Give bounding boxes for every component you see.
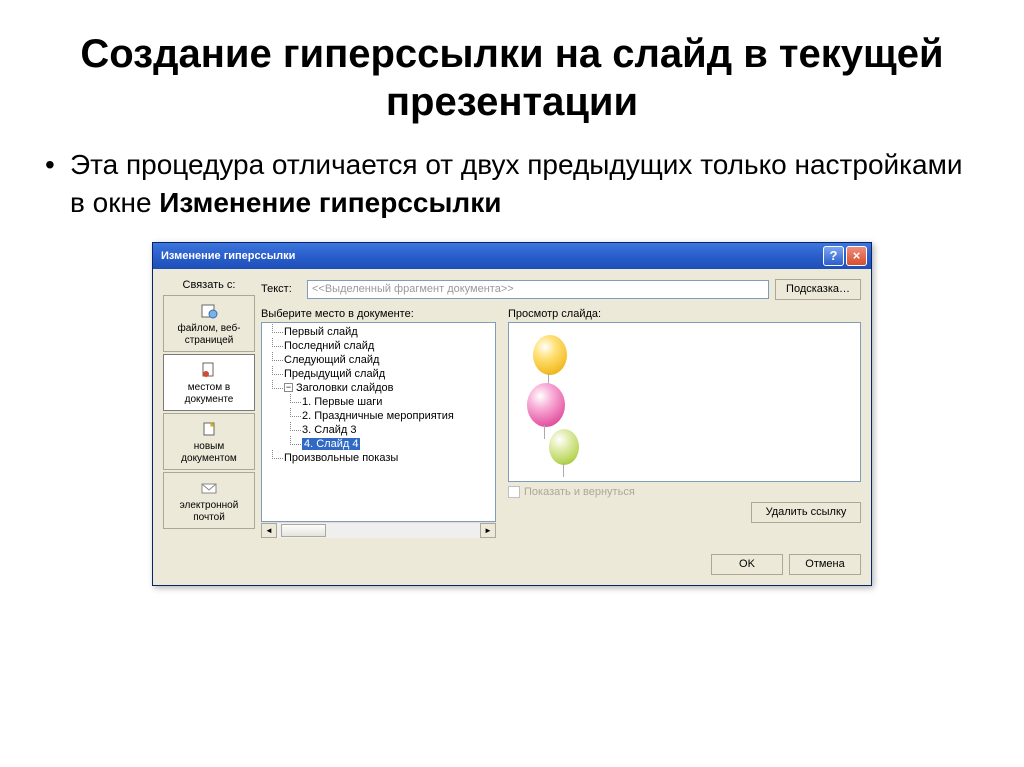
- link-to-sidebar: Связать с: файлом, веб-страницей местом …: [163, 279, 255, 538]
- cancel-button[interactable]: Отмена: [789, 554, 861, 575]
- scroll-left-icon[interactable]: ◄: [261, 523, 277, 538]
- tab-label: файлом, веб-страницей: [166, 323, 252, 347]
- edit-hyperlink-dialog: Изменение гиперссылки ? × Связать с: фай…: [152, 242, 872, 586]
- tab-label: новым документом: [166, 441, 252, 465]
- ok-button[interactable]: OK: [711, 554, 783, 575]
- tree-label: Выберите место в документе:: [261, 308, 496, 320]
- slide-title: Создание гиперссылки на слайд в текущей …: [40, 30, 984, 126]
- balloon-green-icon: [549, 429, 579, 465]
- collapse-icon[interactable]: −: [284, 383, 293, 392]
- new-doc-icon: [199, 420, 219, 438]
- scroll-right-icon[interactable]: ►: [480, 523, 496, 538]
- remove-link-button[interactable]: Удалить ссылку: [751, 502, 861, 523]
- dialog-footer: OK Отмена: [153, 546, 871, 585]
- show-and-return-label: Показать и вернуться: [524, 486, 635, 498]
- balloon-yellow-icon: [533, 335, 567, 375]
- tree-item-slide-2[interactable]: 2. Праздничные мероприятия: [266, 409, 495, 423]
- tab-label: местом в документе: [166, 382, 252, 406]
- slide-preview: [508, 322, 861, 482]
- tab-new-document[interactable]: новым документом: [163, 413, 255, 470]
- close-button[interactable]: ×: [846, 246, 867, 266]
- tree-group-label: Заголовки слайдов: [296, 382, 394, 394]
- text-to-display-input[interactable]: <<Выделенный фрагмент документа>>: [307, 280, 769, 299]
- balloon-pink-icon: [527, 383, 565, 427]
- email-icon: [199, 479, 219, 497]
- help-button[interactable]: ?: [823, 246, 844, 266]
- tree-item-next-slide[interactable]: Следующий слайд: [266, 353, 495, 367]
- bullet-bold: Изменение гиперссылки: [159, 187, 501, 218]
- screentip-button[interactable]: Подсказка…: [775, 279, 861, 300]
- dialog-titlebar[interactable]: Изменение гиперссылки ? ×: [153, 243, 871, 269]
- place-tree[interactable]: Первый слайд Последний слайд Следующий с…: [261, 322, 496, 522]
- preview-label: Просмотр слайда:: [508, 308, 861, 320]
- tab-place-in-document[interactable]: местом в документе: [163, 354, 255, 411]
- tree-item-custom-shows[interactable]: Произвольные показы: [266, 451, 495, 465]
- tree-group-slide-titles[interactable]: −Заголовки слайдов: [266, 381, 495, 395]
- scroll-thumb[interactable]: [281, 524, 326, 537]
- place-in-doc-icon: [199, 361, 219, 379]
- tree-item-last-slide[interactable]: Последний слайд: [266, 339, 495, 353]
- tree-item-slide-4[interactable]: 4. Слайд 4: [266, 437, 495, 451]
- dialog-title: Изменение гиперссылки: [161, 250, 821, 262]
- tree-item-prev-slide[interactable]: Предыдущий слайд: [266, 367, 495, 381]
- tree-item-first-slide[interactable]: Первый слайд: [266, 325, 495, 339]
- tree-item-slide-3[interactable]: 3. Слайд 3: [266, 423, 495, 437]
- tab-email[interactable]: электронной почтой: [163, 472, 255, 529]
- tab-file-webpage[interactable]: файлом, веб-страницей: [163, 295, 255, 352]
- tree-horizontal-scrollbar[interactable]: ◄ ►: [261, 522, 496, 538]
- slide-bullet: Эта процедура отличается от двух предыду…: [40, 146, 984, 222]
- tree-item-slide-1[interactable]: 1. Первые шаги: [266, 395, 495, 409]
- show-and-return-checkbox: [508, 486, 520, 498]
- link-with-label: Связать с:: [163, 279, 255, 291]
- text-to-display-label: Текст:: [261, 283, 301, 295]
- file-web-icon: [199, 302, 219, 320]
- tab-label: электронной почтой: [166, 500, 252, 524]
